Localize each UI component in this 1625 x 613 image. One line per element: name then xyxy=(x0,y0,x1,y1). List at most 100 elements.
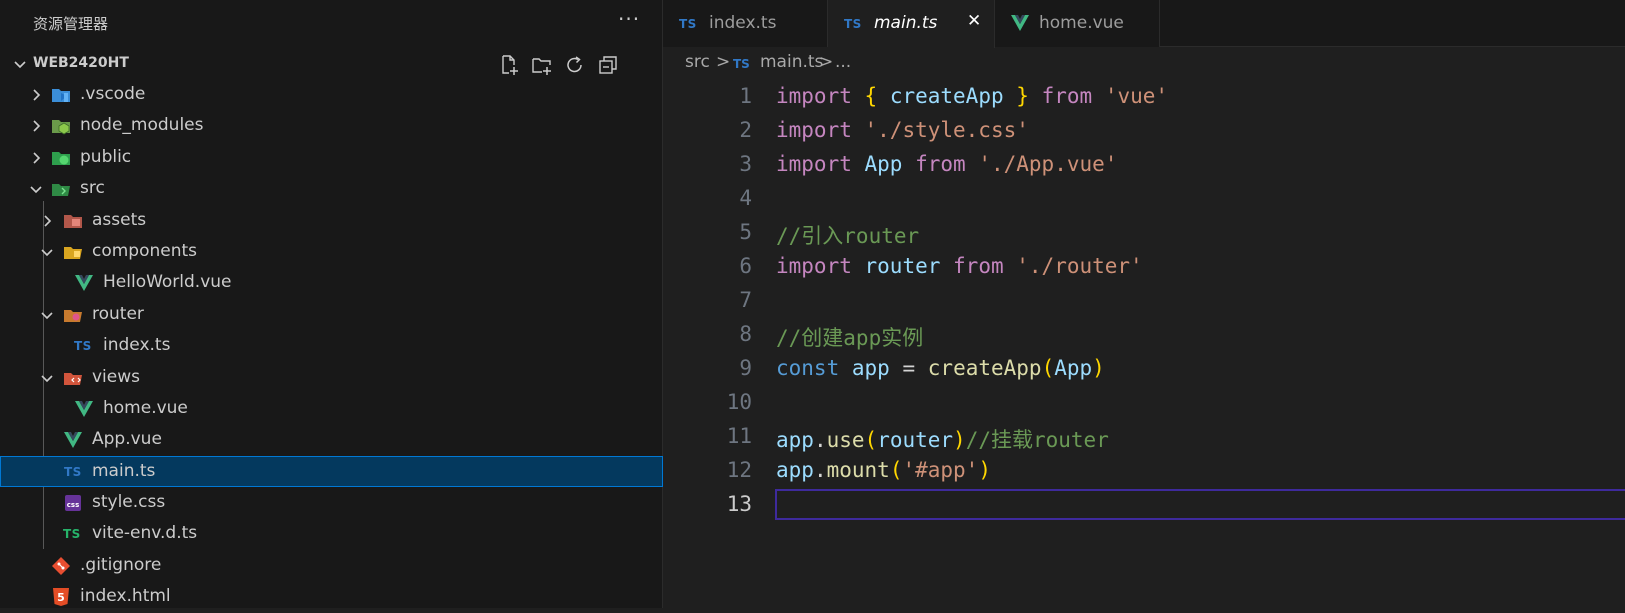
collapse-all-icon[interactable] xyxy=(597,54,619,76)
current-line-highlight xyxy=(775,489,1625,520)
line-number: 5 xyxy=(739,220,752,244)
line-number: 12 xyxy=(726,458,752,482)
tree-item-main-ts[interactable]: TS main.ts xyxy=(0,455,663,488)
tree-item-label: index.html xyxy=(80,586,171,607)
tree-item-label: router xyxy=(92,303,144,324)
code-line: 6 import router from './router' xyxy=(663,250,1625,284)
new-file-icon[interactable] xyxy=(498,54,520,76)
editor-tab-bar: TS index.ts TS main.ts ✕ home.vue xyxy=(663,0,1625,48)
new-folder-icon[interactable] xyxy=(531,54,553,76)
node-folder-icon xyxy=(52,120,70,135)
line-number: 10 xyxy=(726,390,752,414)
src-folder-icon xyxy=(52,184,70,197)
tree-item-gitignore[interactable]: .gitignore xyxy=(0,550,663,581)
tree-item-style-css[interactable]: css style.css xyxy=(0,487,663,518)
tree-item-index-ts[interactable]: TS index.ts xyxy=(0,330,663,361)
code-line: 7 xyxy=(663,284,1625,318)
tab-label: home.vue xyxy=(1039,13,1124,33)
code-line-current: 13 xyxy=(663,488,1625,522)
explorer-sidebar: 资源管理器 ··· WEB2420HT .vscode node_modules… xyxy=(0,0,663,608)
line-number: 7 xyxy=(739,288,752,312)
assets-folder-icon xyxy=(64,214,82,228)
code-text: app.use(router)//挂载router xyxy=(776,428,1109,452)
ts-icon: TS xyxy=(679,17,697,31)
chevron-right-icon xyxy=(33,152,41,164)
breadcrumb-file[interactable]: main.ts xyxy=(760,52,823,72)
tree-item-label: style.css xyxy=(92,492,166,513)
project-name: WEB2420HT xyxy=(33,55,129,71)
html-icon: 5 xyxy=(53,588,69,607)
tree-item-src[interactable]: src xyxy=(0,173,663,204)
git-icon xyxy=(52,556,70,575)
html-badge: 5 xyxy=(57,591,65,604)
code-line: 8 //创建app实例 xyxy=(663,318,1625,352)
code-comment: //创建app实例 xyxy=(776,326,924,350)
explorer-title: 资源管理器 xyxy=(33,15,109,33)
tree-item-label: App.vue xyxy=(92,429,162,450)
code-line: 5 //引入router xyxy=(663,216,1625,250)
chevron-right-icon xyxy=(33,89,41,101)
code-text: app.mount('#app') xyxy=(776,458,991,482)
more-actions-icon[interactable]: ··· xyxy=(618,7,640,31)
chevron-right-icon xyxy=(33,120,41,132)
breadcrumb-folder[interactable]: src xyxy=(685,52,710,72)
breadcrumb-separator: > xyxy=(716,52,731,72)
breadcrumb-symbols[interactable]: ... xyxy=(835,52,851,72)
code-line: 2 import './style.css' xyxy=(663,114,1625,148)
tab-main-ts[interactable]: TS main.ts ✕ xyxy=(828,0,995,48)
code-line: 1 import { createApp } from 'vue' xyxy=(663,80,1625,114)
tree-item-label: home.vue xyxy=(103,397,188,418)
tree-item-label: src xyxy=(80,178,105,199)
ts-icon: TS xyxy=(64,464,82,479)
explorer-header: 资源管理器 ··· xyxy=(0,0,663,46)
tab-home-vue[interactable]: home.vue xyxy=(995,0,1160,47)
line-number: 8 xyxy=(739,322,752,346)
ts-icon: TS xyxy=(844,17,862,31)
css-icon: css xyxy=(65,495,81,512)
tree-item-home-vue[interactable]: home.vue xyxy=(0,393,663,424)
tree-item-label: .gitignore xyxy=(80,554,162,575)
line-number: 6 xyxy=(739,254,752,278)
tree-item-router[interactable]: router xyxy=(0,299,663,330)
tree-item-app-vue[interactable]: App.vue xyxy=(0,424,663,455)
tree-item-node-modules[interactable]: node_modules xyxy=(0,110,663,141)
code-comment: //引入router xyxy=(776,224,920,248)
ts-icon: TS xyxy=(74,339,92,354)
code-text: import { createApp } from 'vue' xyxy=(776,84,1169,108)
refresh-icon[interactable] xyxy=(564,54,586,76)
tree-item-label: HelloWorld.vue xyxy=(103,272,232,293)
tree-item-label: public xyxy=(80,146,132,167)
code-line: 12 app.mount('#app') xyxy=(663,454,1625,488)
tree-item-label: assets xyxy=(92,209,147,230)
tree-item-label: index.ts xyxy=(103,335,171,356)
tree-item-vscode[interactable]: .vscode xyxy=(0,79,663,110)
file-tree: .vscode node_modules public src assets c… xyxy=(0,79,663,613)
tree-item-components[interactable]: components xyxy=(0,236,663,267)
tree-item-public[interactable]: public xyxy=(0,142,663,173)
tree-item-views[interactable]: views xyxy=(0,362,663,393)
string-literal: './router' xyxy=(1016,254,1143,278)
tree-item-label: views xyxy=(92,366,141,387)
tab-index-ts[interactable]: TS index.ts xyxy=(663,0,828,47)
line-number: 3 xyxy=(739,152,752,176)
chevron-down-icon xyxy=(41,312,53,319)
svg-text:css: css xyxy=(67,501,79,509)
tree-item-assets[interactable]: assets xyxy=(0,205,663,236)
code-text: import App from './App.vue' xyxy=(776,152,1118,176)
public-folder-icon xyxy=(52,151,70,165)
string-literal: './App.vue' xyxy=(978,152,1118,176)
ts-icon: TS xyxy=(63,527,81,542)
tree-item-helloworld-vue[interactable]: HelloWorld.vue xyxy=(0,267,663,298)
tree-item-vite-env-d-ts[interactable]: TS vite-env.d.ts xyxy=(0,518,663,549)
chevron-down-icon xyxy=(41,374,53,382)
code-text: const app = createApp(App) xyxy=(776,356,1105,380)
vue-icon xyxy=(75,275,93,292)
chevron-down-icon xyxy=(41,249,53,257)
tab-label: index.ts xyxy=(709,13,777,33)
line-number: 13 xyxy=(726,492,752,516)
project-root-row[interactable]: WEB2420HT xyxy=(0,49,663,79)
code-editor[interactable]: 1 import { createApp } from 'vue' 2 impo… xyxy=(663,80,1625,522)
line-number: 2 xyxy=(739,118,752,142)
code-line: 4 xyxy=(663,182,1625,216)
close-tab-icon[interactable]: ✕ xyxy=(967,11,981,31)
